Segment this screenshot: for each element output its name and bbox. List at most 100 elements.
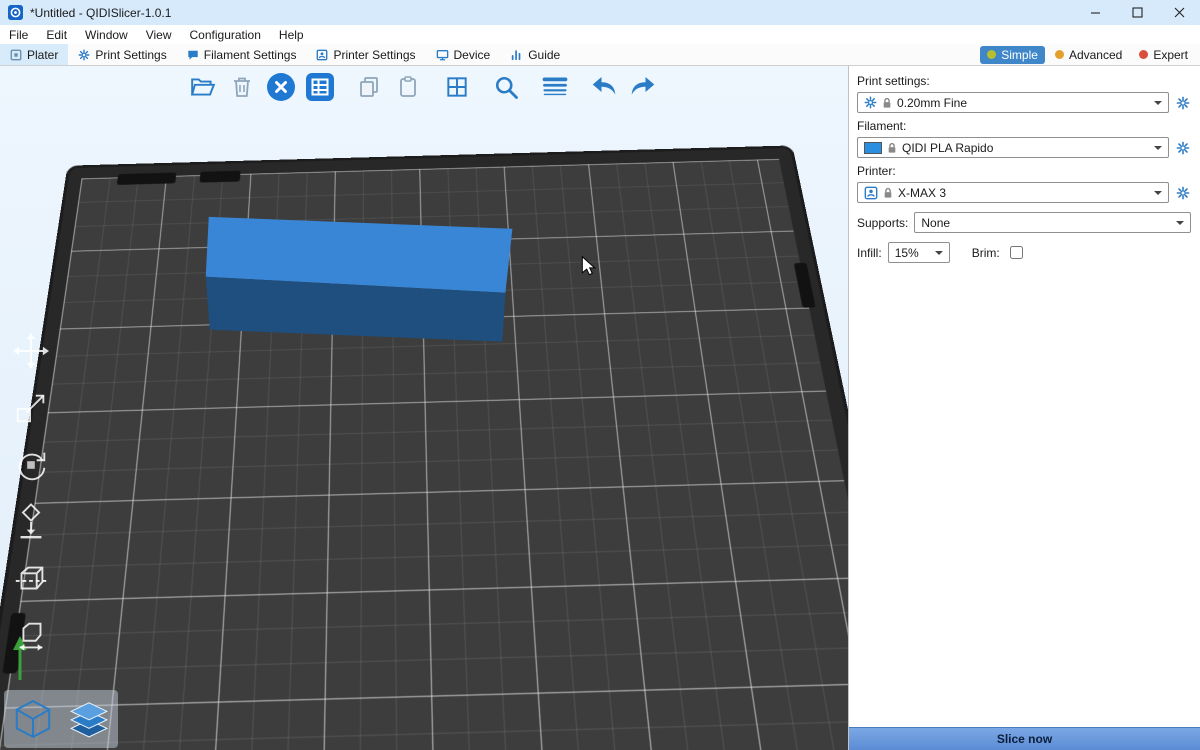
print-settings-combo[interactable]: 0.20mm Fine [857, 92, 1169, 113]
lock-icon [887, 142, 897, 154]
paste-button[interactable] [393, 72, 423, 102]
place-on-face-icon [12, 503, 50, 541]
supports-value: None [921, 216, 950, 230]
move-icon [12, 332, 50, 370]
split-to-parts-button[interactable] [442, 72, 472, 102]
window-title: *Untitled - QIDISlicer-1.0.1 [30, 6, 171, 20]
device-icon [436, 49, 449, 61]
printer-icon [316, 49, 328, 61]
undo-icon [589, 74, 619, 100]
supports-combo[interactable]: None [914, 212, 1191, 233]
expert-mode-dot [1139, 50, 1148, 59]
gizmo-toolbar [10, 330, 52, 657]
guide-icon [510, 49, 523, 61]
print-settings-value: 0.20mm Fine [897, 96, 967, 110]
printer-gear-button[interactable] [1175, 185, 1191, 201]
scale-tool[interactable] [10, 387, 52, 429]
infill-combo[interactable]: 15% [888, 242, 950, 263]
printer-combo[interactable]: X-MAX 3 [857, 182, 1169, 203]
dropdown-caret-icon [1176, 221, 1184, 229]
print-settings-label: Print settings: [857, 74, 1191, 88]
undo-button[interactable] [589, 72, 619, 102]
simple-mode-dot [987, 50, 996, 59]
cube-3d-icon [10, 697, 56, 741]
dropdown-caret-icon [1154, 191, 1162, 199]
delete-all-button[interactable] [266, 72, 296, 102]
print-settings-gear-button[interactable] [1175, 95, 1191, 111]
delete-button[interactable] [227, 72, 257, 102]
place-on-face-tool[interactable] [10, 501, 52, 543]
bed-clip [117, 172, 177, 184]
mode-advanced[interactable]: Advanced [1048, 46, 1129, 64]
variable-layer-height-button[interactable] [540, 72, 570, 102]
menu-view[interactable]: View [137, 25, 181, 44]
lock-icon [882, 97, 892, 109]
cut-icon [12, 560, 50, 598]
mode-simple[interactable]: Simple [980, 46, 1045, 64]
move-tool[interactable] [10, 330, 52, 372]
bed-clip [200, 171, 241, 183]
layer-lines-icon [541, 73, 569, 101]
tab-print-settings[interactable]: Print Settings [68, 44, 176, 65]
printer-icon [864, 186, 878, 200]
filament-icon [187, 49, 199, 61]
arrange-icon [305, 72, 335, 102]
infill-value: 15% [895, 246, 919, 260]
dropdown-caret-icon [1154, 146, 1162, 154]
filament-combo[interactable]: QIDI PLA Rapido [857, 137, 1169, 158]
search-button[interactable] [491, 72, 521, 102]
tab-guide[interactable]: Guide [500, 44, 570, 65]
layers-stack-icon [66, 697, 112, 741]
open-button[interactable] [188, 72, 218, 102]
redo-button[interactable] [628, 72, 658, 102]
lock-icon [883, 187, 893, 199]
filament-gear-button[interactable] [1175, 140, 1191, 156]
settings-sidebar: Print settings: 0.20mm Fine [849, 66, 1200, 750]
measure-icon [12, 617, 50, 655]
folder-open-icon [190, 74, 216, 100]
brim-label: Brim: [972, 246, 1000, 260]
arrange-button[interactable] [305, 72, 335, 102]
printer-label: Printer: [857, 164, 1191, 178]
3d-viewport[interactable] [0, 66, 849, 750]
menu-bar: File Edit Window View Configuration Help [0, 25, 1200, 44]
preview-view-button[interactable] [62, 692, 116, 746]
menu-configuration[interactable]: Configuration [181, 25, 270, 44]
printer-value: X-MAX 3 [898, 186, 946, 200]
redo-icon [628, 74, 658, 100]
tab-printer-settings[interactable]: Printer Settings [306, 44, 425, 65]
gear-icon [864, 96, 877, 109]
split-panes-icon [444, 74, 470, 100]
tab-plater[interactable]: Plater [0, 44, 68, 65]
gear-icon [1176, 141, 1190, 155]
menu-edit[interactable]: Edit [37, 25, 76, 44]
supports-label: Supports: [857, 216, 908, 230]
menu-help[interactable]: Help [270, 25, 313, 44]
copy-button[interactable] [354, 72, 384, 102]
app-icon [8, 5, 23, 20]
bed-clip [794, 263, 816, 308]
gear-icon [1176, 186, 1190, 200]
rotate-icon [12, 446, 50, 484]
tab-filament-settings[interactable]: Filament Settings [177, 44, 307, 65]
editor-view-button[interactable] [6, 692, 60, 746]
build-plate[interactable] [0, 148, 849, 750]
measure-tool[interactable] [10, 615, 52, 657]
cut-tool[interactable] [10, 558, 52, 600]
brim-checkbox[interactable] [1010, 246, 1023, 259]
search-icon [492, 73, 520, 101]
mode-expert[interactable]: Expert [1132, 46, 1195, 64]
maximize-icon [1132, 7, 1143, 18]
maximize-button[interactable] [1116, 0, 1158, 25]
infill-label: Infill: [857, 246, 882, 260]
rotate-tool[interactable] [10, 444, 52, 486]
menu-file[interactable]: File [0, 25, 37, 44]
view-switch [4, 690, 118, 748]
scale-icon [12, 389, 50, 427]
menu-window[interactable]: Window [76, 25, 137, 44]
tab-device[interactable]: Device [426, 44, 501, 65]
plater-icon [10, 49, 22, 61]
close-button[interactable] [1158, 0, 1200, 25]
minimize-button[interactable] [1074, 0, 1116, 25]
slice-now-button[interactable]: Slice now [849, 727, 1200, 750]
